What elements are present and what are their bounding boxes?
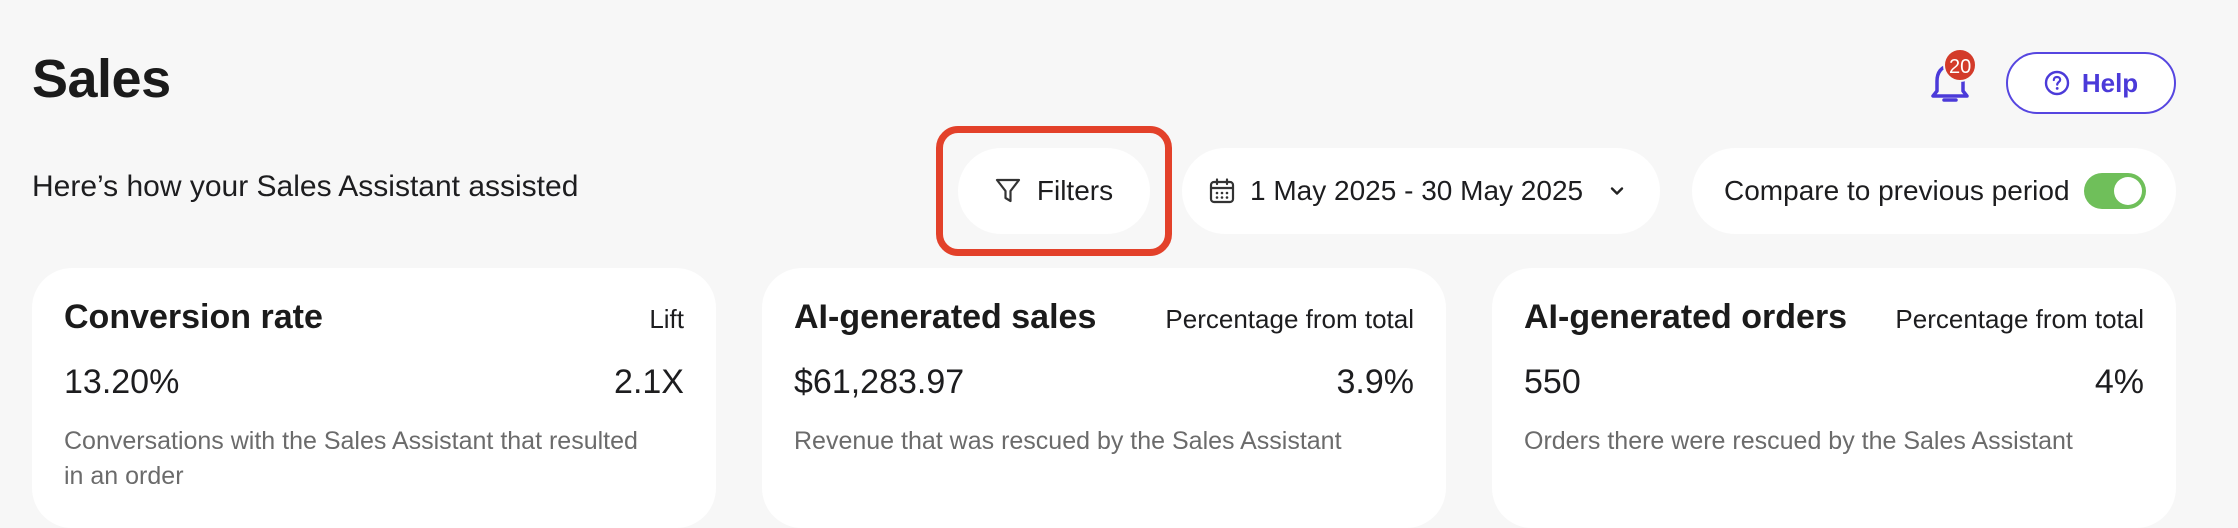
date-range-picker[interactable]: 1 May 2025 - 30 May 2025 <box>1182 148 1660 234</box>
question-circle-icon <box>2044 70 2070 96</box>
card-title: Conversion rate <box>64 298 323 336</box>
card-side-value: 2.1X <box>614 363 684 401</box>
card-side-value: 3.9% <box>1336 363 1415 401</box>
card-value: $61,283.97 <box>794 363 965 401</box>
card-value: 13.20% <box>64 363 180 401</box>
card-value: 550 <box>1524 363 1581 401</box>
notification-badge: 20 <box>1943 48 1978 82</box>
page-subtitle: Here’s how your Sales Assistant assisted <box>32 170 579 203</box>
card-side-value: 4% <box>2094 363 2144 401</box>
help-label: Help <box>2081 67 2139 98</box>
card-description: Revenue that was rescued by the Sales As… <box>794 427 1342 455</box>
card-side-label: Percentage from total <box>1895 304 2144 334</box>
date-range-value: 1 May 2025 - 30 May 2025 <box>1250 175 1584 206</box>
card-side-label: Lift <box>649 304 684 334</box>
help-button[interactable]: Help <box>2006 52 2176 114</box>
card-title: AI-generated orders <box>1524 298 1848 336</box>
card-description: Orders there were rescued by the Sales A… <box>1524 427 2073 455</box>
card-title: AI-generated sales <box>794 298 1097 336</box>
filters-highlight <box>936 126 1172 256</box>
compare-previous-period: Compare to previous period <box>1692 148 2176 234</box>
conversion-rate-card: Conversion rate Lift 13.20% 2.1X Convers… <box>32 268 716 528</box>
card-side-label: Percentage from total <box>1165 304 1414 334</box>
chevron-down-icon <box>1610 187 1624 195</box>
ai-generated-sales-card: AI-generated sales Percentage from total… <box>762 268 1446 528</box>
ai-generated-orders-card: AI-generated orders Percentage from tota… <box>1492 268 2176 528</box>
calendar-icon <box>1209 178 1235 204</box>
compare-toggle[interactable] <box>2084 173 2146 209</box>
compare-label: Compare to previous period <box>1724 175 2070 206</box>
page-title: Sales <box>32 49 171 109</box>
card-description: Conversations with the Sales Assistant t… <box>64 427 638 490</box>
